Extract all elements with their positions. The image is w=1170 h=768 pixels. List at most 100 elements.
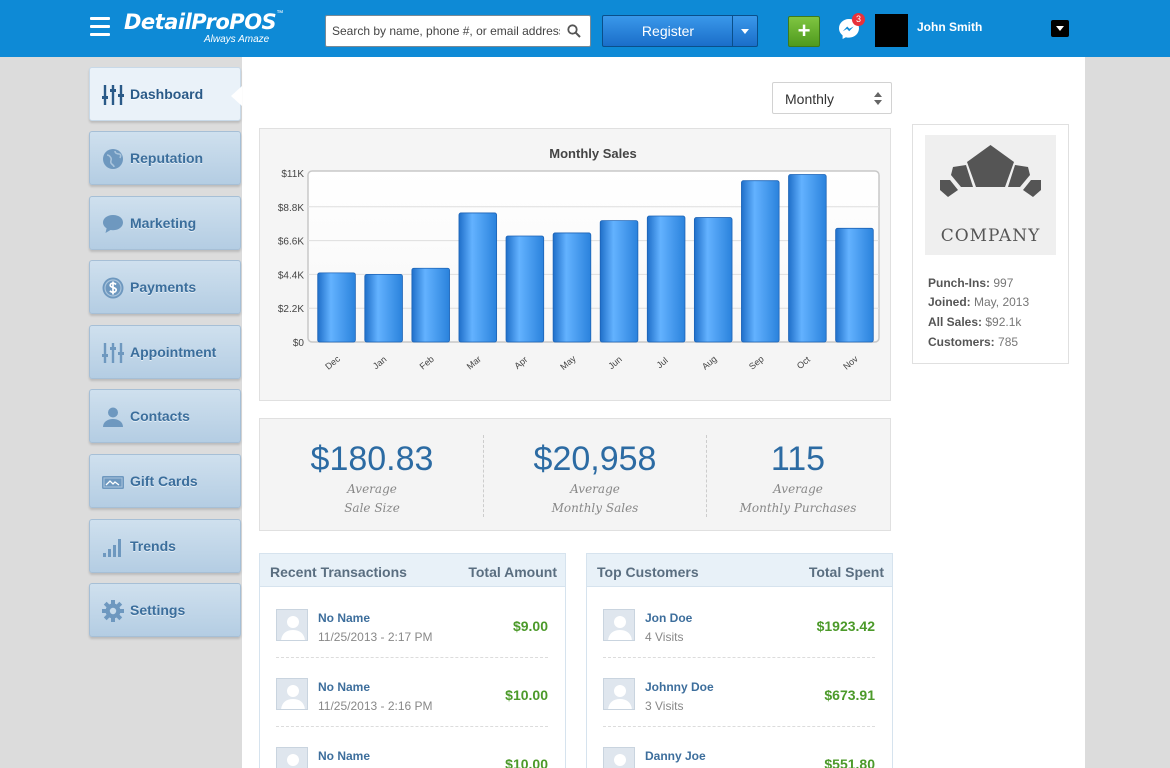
transaction-row[interactable]: No Name 11/25/2013 - 2:16 PM $10.00 <box>276 658 548 727</box>
stats-panel: $180.83 Average Sale Size $20,958 Averag… <box>259 418 891 531</box>
panel-header: Top Customers Total Spent <box>587 554 892 587</box>
person-icon <box>103 407 123 427</box>
gift-card-icon <box>102 476 124 489</box>
panel-title: Top Customers <box>597 564 699 580</box>
customer-total-spent: $1923.42 <box>816 618 875 634</box>
sidebar-item-appointment[interactable]: Appointment <box>89 325 241 379</box>
transaction-row[interactable]: No Name 11/25/2013 - 2:17 PM $9.00 <box>276 589 548 658</box>
search-input[interactable] <box>332 21 560 41</box>
chart-bar <box>364 273 403 343</box>
transaction-amount: $10.00 <box>505 756 548 768</box>
chart-bar <box>458 212 498 343</box>
stat-label-line1: Average <box>347 482 397 496</box>
logo-text: DetailProPOS <box>124 10 277 34</box>
chart-canvas: Monthly Sales $0 $2.2K $4.4K $6.6K $8.8K $11K D… <box>278 146 880 372</box>
company-stat-label: Joined: <box>928 295 971 309</box>
search-icon[interactable] <box>567 24 581 38</box>
avatar-placeholder-icon <box>603 609 635 641</box>
company-logo[interactable]: COMPANY <box>925 135 1056 255</box>
sidebar-item-trends[interactable]: Trends <box>89 519 241 573</box>
chart-bar <box>599 220 639 343</box>
customer-total-spent: $551.80 <box>824 756 875 768</box>
transaction-name[interactable]: No Name <box>318 680 370 694</box>
x-tick-label: Apr <box>512 354 529 371</box>
period-select-value: Monthly <box>785 91 835 107</box>
period-select[interactable]: Monthly <box>772 82 892 114</box>
stat-average-monthly-sales: $20,958 Average Monthly Sales <box>484 419 706 532</box>
hamburger-menu-icon[interactable] <box>90 17 110 37</box>
sidebar-item-dashboard[interactable]: Dashboard <box>89 67 241 121</box>
customer-row[interactable]: Jon Doe 4 Visits $1923.42 <box>603 589 875 658</box>
customer-row[interactable]: Johnny Doe 3 Visits $673.91 <box>603 658 875 727</box>
x-tick-label: Sep <box>747 354 766 372</box>
user-menu-dropdown[interactable] <box>1051 20 1069 37</box>
column-header-amount: Total Amount <box>468 564 557 580</box>
customer-row[interactable]: Danny Joe $551.80 <box>603 727 875 768</box>
transaction-amount: $9.00 <box>512 618 548 634</box>
globe-icon <box>103 149 123 169</box>
transaction-name[interactable]: No Name <box>318 611 370 625</box>
customer-name[interactable]: Jon Doe <box>645 611 692 625</box>
chart-bar <box>317 272 356 343</box>
register-button[interactable]: Register <box>603 16 733 46</box>
top-bar: DetailProPOS™ Always Amaze Register + 3 … <box>0 0 1170 57</box>
x-tick-label: Oct <box>795 354 813 371</box>
avatar-placeholder-icon <box>603 678 635 710</box>
stat-label-line2: Sale Size <box>344 501 400 515</box>
chevron-down-icon <box>1056 26 1064 31</box>
user-avatar[interactable] <box>875 14 908 47</box>
sidebar-item-marketing[interactable]: Marketing <box>89 196 241 250</box>
transaction-amount: $10.00 <box>505 687 548 703</box>
x-tick-label: Jun <box>606 354 624 371</box>
sidebar-item-contacts[interactable]: Contacts <box>89 389 241 443</box>
chart-bar <box>741 180 780 343</box>
transaction-row[interactable]: No Name $10.00 <box>276 727 548 768</box>
add-button[interactable]: + <box>788 16 820 47</box>
stat-value: $180.83 <box>310 440 434 478</box>
sidebar-item-label: Reputation <box>130 150 204 166</box>
chart-bar <box>788 174 827 343</box>
company-stat-label: Punch-Ins: <box>928 276 990 290</box>
sidebar-item-label: Contacts <box>130 408 190 424</box>
sliders-icon <box>102 85 124 105</box>
company-stat-label: Customers: <box>928 335 995 349</box>
sidebar-item-label: Marketing <box>130 215 197 231</box>
logo-tagline: Always Amaze <box>204 34 270 45</box>
y-tick-label: $4.4K <box>278 270 304 281</box>
y-tick-label: $0 <box>293 338 305 349</box>
app-logo[interactable]: DetailProPOS™ Always Amaze <box>124 10 283 45</box>
customer-name[interactable]: Johnny Doe <box>645 680 714 694</box>
transaction-date: 11/25/2013 - 2:16 PM <box>318 699 433 713</box>
chat-bubble-icon <box>103 215 123 233</box>
sidebar-item-label: Dashboard <box>130 86 204 102</box>
dollar-coin-icon <box>102 277 124 299</box>
customer-visits: 3 Visits <box>645 699 684 713</box>
sidebar-item-label: Appointment <box>130 344 217 360</box>
transaction-name[interactable]: No Name <box>318 749 370 763</box>
company-stat-joined: Joined: May, 2013 <box>928 295 1029 309</box>
chart-bar <box>411 267 450 343</box>
customer-name[interactable]: Danny Joe <box>645 749 706 763</box>
panel-header: Recent Transactions Total Amount <box>260 554 565 587</box>
user-name[interactable]: John Smith <box>917 20 982 34</box>
y-tick-label: $11K <box>281 169 304 180</box>
register-dropdown-toggle[interactable] <box>732 16 757 46</box>
x-tick-label: May <box>558 353 578 372</box>
company-stat-value: May, 2013 <box>974 295 1030 309</box>
sidebar-item-payments[interactable]: Payments <box>89 260 241 314</box>
chevron-down-icon <box>741 28 749 34</box>
stat-average-sale-size: $180.83 Average Sale Size <box>260 419 484 532</box>
chart-bar <box>835 227 874 343</box>
sidebar-item-gift-cards[interactable]: Gift Cards <box>89 454 241 508</box>
stat-value: 115 <box>770 440 826 478</box>
sidebar-item-label: Settings <box>130 602 186 618</box>
chart-title: Monthly Sales <box>549 146 636 161</box>
chart-bar <box>505 235 545 343</box>
sidebar-item-settings[interactable]: Settings <box>89 583 241 637</box>
stat-average-monthly-purchases: 115 Average Monthly Purchases <box>706 419 890 532</box>
sidebar-item-label: Gift Cards <box>130 473 198 489</box>
chart-bar <box>693 217 733 343</box>
x-tick-label: Feb <box>418 354 436 372</box>
sidebar-item-reputation[interactable]: Reputation <box>89 131 241 185</box>
gear-icon <box>102 600 124 622</box>
